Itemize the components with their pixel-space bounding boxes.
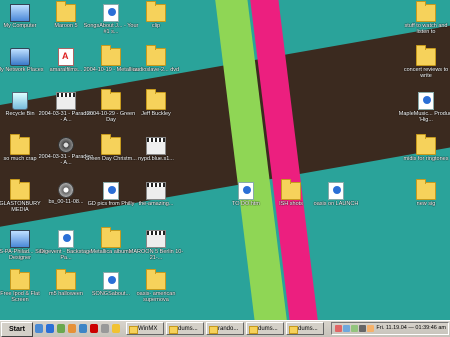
- desktop-icon-label: audioslave-2... dvd: [132, 67, 180, 73]
- folder-icon: [416, 45, 436, 66]
- pdf-icon: [58, 48, 74, 66]
- folder-icon: [146, 269, 166, 290]
- winamp-icon[interactable]: [112, 324, 120, 333]
- task-dums-3[interactable]: dums...: [286, 322, 324, 335]
- folder-icon: [10, 179, 30, 200]
- desktop-icon-label: oasis on LAUNCH: [313, 201, 359, 207]
- taskbar: Start WinMX dums... rando... dums... dum…: [0, 320, 450, 337]
- doc-icon: [328, 182, 344, 200]
- folder-icon: [146, 89, 166, 110]
- doc-icon: [418, 92, 434, 110]
- folder-icon: [101, 134, 121, 155]
- recycle-icon: [12, 92, 28, 110]
- doc-icon: [238, 182, 254, 200]
- tray-icon-3[interactable]: [351, 325, 358, 332]
- show-desktop-icon[interactable]: [35, 324, 43, 333]
- desktop-icon[interactable]: nypd.blue.s1...: [128, 135, 184, 179]
- desktop-icon-label: midis for ringtones: [403, 156, 449, 162]
- folder-icon: [56, 269, 76, 290]
- folder-icon: [146, 1, 166, 22]
- quicklaunch-app-icon[interactable]: [101, 324, 109, 333]
- messenger-icon[interactable]: [68, 324, 76, 333]
- desktop-icon[interactable]: Jeff Buckley: [128, 89, 184, 134]
- desktop-icon-label: the-amazing...: [138, 201, 174, 207]
- desktop-icon[interactable]: concert reviews to write: [398, 45, 450, 90]
- music-icon: [58, 182, 74, 198]
- desktop-icon-label: clip: [151, 23, 161, 29]
- desktop-icon[interactable]: MapleMusic... Product 'Hig...: [398, 90, 450, 134]
- doc-icon: [58, 230, 74, 248]
- desktop-icon-label: nypd.blue.s1...: [138, 156, 174, 162]
- desktop-icon[interactable]: new sig: [398, 179, 450, 224]
- folder-icon: [56, 1, 76, 22]
- folder-icon: [416, 179, 436, 200]
- system-tray: Fri. 11.19.04 — 01:39:46 am: [331, 322, 449, 335]
- folder-icon: [281, 179, 301, 200]
- desktop-icon[interactable]: audioslave-2... dvd: [128, 45, 184, 90]
- desktop-icon-label: concert reviews to write: [403, 67, 449, 80]
- folder-icon: [101, 89, 121, 110]
- folder-icon: [10, 134, 30, 155]
- computer-icon: [10, 230, 30, 248]
- aim-icon[interactable]: [90, 324, 98, 333]
- media-icon: [146, 182, 166, 200]
- desktop-icon-label: MAROON 5 Berlin 10-21-...: [128, 249, 184, 262]
- task-winmx[interactable]: WinMX: [126, 322, 164, 335]
- task-rando[interactable]: rando...: [206, 322, 244, 335]
- desktop-icon[interactable]: the-amazing...: [128, 180, 184, 224]
- tray-icon-4[interactable]: [359, 325, 366, 332]
- doc-icon: [103, 182, 119, 200]
- media-icon: [56, 92, 76, 110]
- media-player-icon[interactable]: [57, 324, 65, 333]
- task-dums-1[interactable]: dums...: [166, 322, 204, 335]
- clock[interactable]: Fri. 11.19.04 — 01:39:46 am: [376, 323, 446, 334]
- desktop-icon-label: Jeff Buckley: [141, 111, 171, 117]
- folder-icon: [416, 1, 436, 22]
- folder-icon: [146, 45, 166, 66]
- desktop-wallpaper: My Computer Maroon 5 SongsAbout J... - You…: [0, 0, 450, 320]
- internet-explorer-icon[interactable]: [46, 324, 54, 333]
- desktop-icon-label: stuff to watch and listen to: [404, 23, 448, 36]
- doc-icon: [103, 4, 119, 22]
- tray-icon-2[interactable]: [343, 325, 350, 332]
- outlook-icon[interactable]: [79, 324, 87, 333]
- desktop-icon[interactable]: stuff to watch and listen to: [398, 1, 450, 46]
- media-icon: [146, 137, 166, 155]
- desktop-icon-label: new sig: [416, 201, 436, 207]
- desktop-icon[interactable]: clip: [128, 1, 184, 46]
- folder-icon: [101, 45, 121, 66]
- folder-icon: [416, 134, 436, 155]
- media-icon: [146, 230, 166, 248]
- desktop-icon-label: oasis- american supernova: [136, 291, 176, 304]
- start-button[interactable]: Start: [1, 322, 33, 337]
- desktop-icon[interactable]: oasis on LAUNCH: [308, 180, 364, 224]
- desktop-icon-label: MapleMusic... Product 'Hig...: [398, 111, 450, 124]
- desktop-icon[interactable]: midis for ringtones: [398, 134, 450, 179]
- film-icon: [58, 137, 74, 153]
- task-dums-2[interactable]: dums...: [246, 322, 284, 335]
- tray-icon-1[interactable]: [335, 325, 342, 332]
- computer-icon: [10, 4, 30, 22]
- tray-icon-5[interactable]: [367, 325, 374, 332]
- desktop-icon[interactable]: oasis- american supernova: [128, 269, 184, 314]
- desktop-icon[interactable]: MAROON 5 Berlin 10-21-...: [128, 228, 184, 272]
- folder-icon: [10, 269, 30, 290]
- network-icon: [10, 48, 30, 66]
- folder-icon: [101, 227, 121, 248]
- doc-icon: [103, 272, 119, 290]
